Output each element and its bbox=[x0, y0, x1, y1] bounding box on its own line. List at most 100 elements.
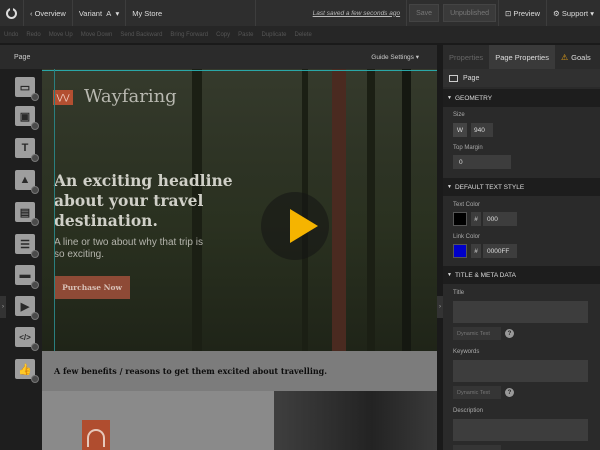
variant-dropdown[interactable]: Variant A ▾ bbox=[73, 0, 127, 26]
default-text-style-section-title: DEFAULT TEXT STYLE bbox=[454, 183, 525, 191]
page-label: Page bbox=[463, 74, 480, 82]
triangle-down-icon: ▼ bbox=[447, 272, 452, 278]
hero-headline[interactable]: An exciting headline about your travel d… bbox=[54, 171, 244, 231]
text-color-label: Text Color bbox=[453, 202, 481, 208]
purchase-now-button[interactable]: Purchase Now bbox=[54, 276, 130, 299]
tab-page-properties[interactable]: Page Properties bbox=[489, 45, 555, 69]
text-color-input[interactable]: 000 bbox=[483, 212, 517, 226]
width-prefix: W bbox=[453, 123, 467, 137]
html-tool-icon[interactable]: </> bbox=[15, 327, 39, 351]
variant-value: A bbox=[106, 8, 112, 18]
copy-button[interactable]: Copy bbox=[216, 32, 230, 38]
brand-logo-icon: ⋁⋁ bbox=[53, 90, 73, 105]
button-tool-icon[interactable]: ▬ bbox=[15, 265, 39, 289]
lower-photo[interactable] bbox=[274, 391, 437, 450]
page-properties-panel: Page ▼ GEOMETRY Size W 940 Top Margin 0 ▼… bbox=[443, 69, 600, 450]
preview-icon: ⊡ bbox=[504, 8, 514, 18]
duplicate-button[interactable]: Duplicate bbox=[261, 32, 286, 38]
unpublished-label: Unpublished bbox=[450, 9, 489, 17]
description-label: Description bbox=[453, 408, 484, 414]
chevron-right-icon: › bbox=[439, 304, 441, 310]
move-up-button[interactable]: Move Up bbox=[49, 32, 73, 38]
variant-label: Variant bbox=[78, 8, 103, 18]
geometry-section-title: GEOMETRY bbox=[454, 94, 493, 102]
paste-button[interactable]: Paste bbox=[238, 32, 253, 38]
description-dynamic-text-button[interactable] bbox=[453, 445, 501, 450]
description-textarea[interactable] bbox=[453, 419, 588, 441]
form-tool-icon[interactable]: ▤ bbox=[15, 202, 39, 226]
page-name[interactable]: My Store bbox=[126, 0, 257, 26]
saved-status-text: Last saved a few seconds ago bbox=[312, 9, 401, 17]
list-tool-icon[interactable]: ☰ bbox=[15, 234, 39, 258]
left-panel-title: Page bbox=[14, 53, 31, 61]
bring-forward-button[interactable]: Bring Forward bbox=[170, 32, 208, 38]
title-meta-section-header[interactable]: ▼ TITLE & META DATA bbox=[443, 266, 600, 284]
unpublished-button[interactable]: Unpublished bbox=[443, 4, 496, 22]
rainbow-arc bbox=[87, 429, 105, 447]
add-icon bbox=[31, 343, 39, 351]
rainbow-icon bbox=[82, 420, 110, 450]
tab-properties-label: Properties bbox=[449, 52, 484, 62]
chevron-right-icon: › bbox=[2, 304, 4, 310]
image-tool-icon[interactable]: ▲ bbox=[15, 170, 39, 194]
support-dropdown[interactable]: ⚙ Support ▾ bbox=[547, 0, 600, 26]
support-label: Support bbox=[561, 8, 589, 18]
caret-down-icon: ▾ bbox=[590, 8, 594, 18]
preview-button[interactable]: ⊡ Preview bbox=[497, 0, 548, 26]
add-icon bbox=[31, 186, 39, 194]
benefits-text[interactable]: A few benefits / reasons to get them exc… bbox=[54, 366, 327, 376]
geometry-section-header[interactable]: ▼ GEOMETRY bbox=[443, 89, 600, 107]
default-text-style-section-header[interactable]: ▼ DEFAULT TEXT STYLE bbox=[443, 178, 600, 196]
preview-label: Preview bbox=[513, 8, 541, 18]
keywords-dynamic-text-button[interactable]: Dynamic Text bbox=[453, 386, 501, 399]
save-button[interactable]: Save bbox=[409, 4, 440, 22]
back-to-overview-button[interactable]: ‹ Overview bbox=[24, 0, 73, 26]
tab-page-properties-label: Page Properties bbox=[495, 52, 549, 62]
page-canvas[interactable]: ⋁⋁ Wayfaring An exciting headline about … bbox=[42, 69, 437, 450]
send-backward-button[interactable]: Send Backward bbox=[120, 32, 162, 38]
hash-label: # bbox=[471, 244, 481, 258]
hash-label: # bbox=[471, 212, 481, 226]
hero-subtext[interactable]: A line or two about why that trip is so … bbox=[54, 237, 204, 261]
add-icon bbox=[31, 250, 39, 258]
video-tool-icon[interactable]: ▶ bbox=[15, 296, 39, 320]
undo-button[interactable]: Undo bbox=[4, 32, 18, 38]
title-textarea[interactable] bbox=[453, 301, 588, 323]
add-icon bbox=[31, 312, 39, 320]
width-input[interactable]: 940 bbox=[471, 123, 493, 137]
link-color-input[interactable]: 0000FF bbox=[483, 244, 517, 258]
keywords-textarea[interactable] bbox=[453, 360, 588, 382]
delete-button[interactable]: Delete bbox=[294, 32, 311, 38]
tab-properties[interactable]: Properties bbox=[443, 45, 489, 69]
store-name: My Store bbox=[132, 8, 163, 18]
guide-settings-button[interactable]: Guide Settings bbox=[371, 54, 414, 61]
caret-down-icon: ▾ bbox=[415, 54, 419, 61]
add-icon bbox=[31, 154, 39, 162]
text-tool-icon[interactable]: T bbox=[15, 138, 39, 162]
help-icon[interactable]: ? bbox=[505, 388, 514, 397]
triangle-down-icon: ▼ bbox=[447, 184, 452, 190]
canvas-header: Guide Settings ▾ bbox=[42, 45, 437, 69]
section-tool-icon[interactable]: ▭ bbox=[15, 77, 39, 101]
collapse-left-panel-button[interactable]: › bbox=[0, 296, 6, 318]
size-label: Size bbox=[453, 112, 465, 118]
app-logo-icon bbox=[6, 6, 17, 19]
tree-trunk bbox=[367, 69, 375, 351]
top-margin-input[interactable]: 0 bbox=[453, 155, 511, 169]
add-icon bbox=[31, 281, 39, 289]
right-panel-tabs: Properties Page Properties ⚠ Goals bbox=[443, 45, 600, 69]
text-color-swatch[interactable] bbox=[453, 212, 467, 226]
title-dynamic-text-button[interactable]: Dynamic Text bbox=[453, 327, 501, 340]
add-icon bbox=[31, 122, 39, 130]
social-tool-icon[interactable]: 👍 bbox=[15, 359, 39, 383]
move-down-button[interactable]: Move Down bbox=[81, 32, 113, 38]
tree-trunk bbox=[332, 69, 346, 351]
page-heading: Page bbox=[443, 69, 600, 87]
redo-button[interactable]: Redo bbox=[26, 32, 40, 38]
app-logo[interactable] bbox=[0, 0, 24, 26]
link-color-swatch[interactable] bbox=[453, 244, 467, 258]
help-icon[interactable]: ? bbox=[505, 329, 514, 338]
box-tool-icon[interactable]: ▣ bbox=[15, 106, 39, 130]
brand-name[interactable]: Wayfaring bbox=[84, 86, 177, 107]
tab-goals[interactable]: ⚠ Goals bbox=[555, 45, 597, 69]
